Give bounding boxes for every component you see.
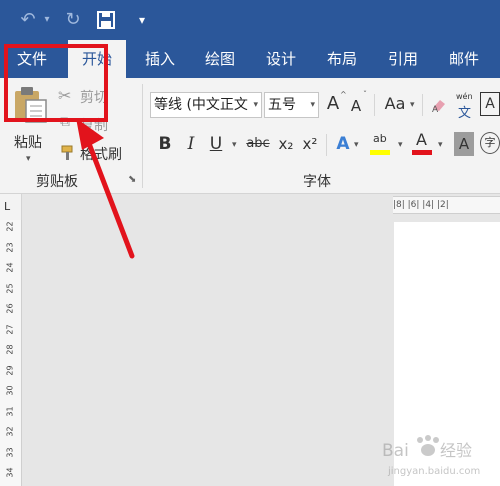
- annotation-arrow: [76, 118, 135, 259]
- watermark: Bai 经验 jingyan.baidu.com: [380, 430, 498, 482]
- baidu-paw-logo: Bai 经验 jingyan.baidu.com: [382, 435, 480, 477]
- svg-text:经验: 经验: [440, 441, 472, 460]
- svg-text:Bai: Bai: [382, 441, 409, 461]
- svg-text:jingyan.baidu.com: jingyan.baidu.com: [387, 466, 480, 477]
